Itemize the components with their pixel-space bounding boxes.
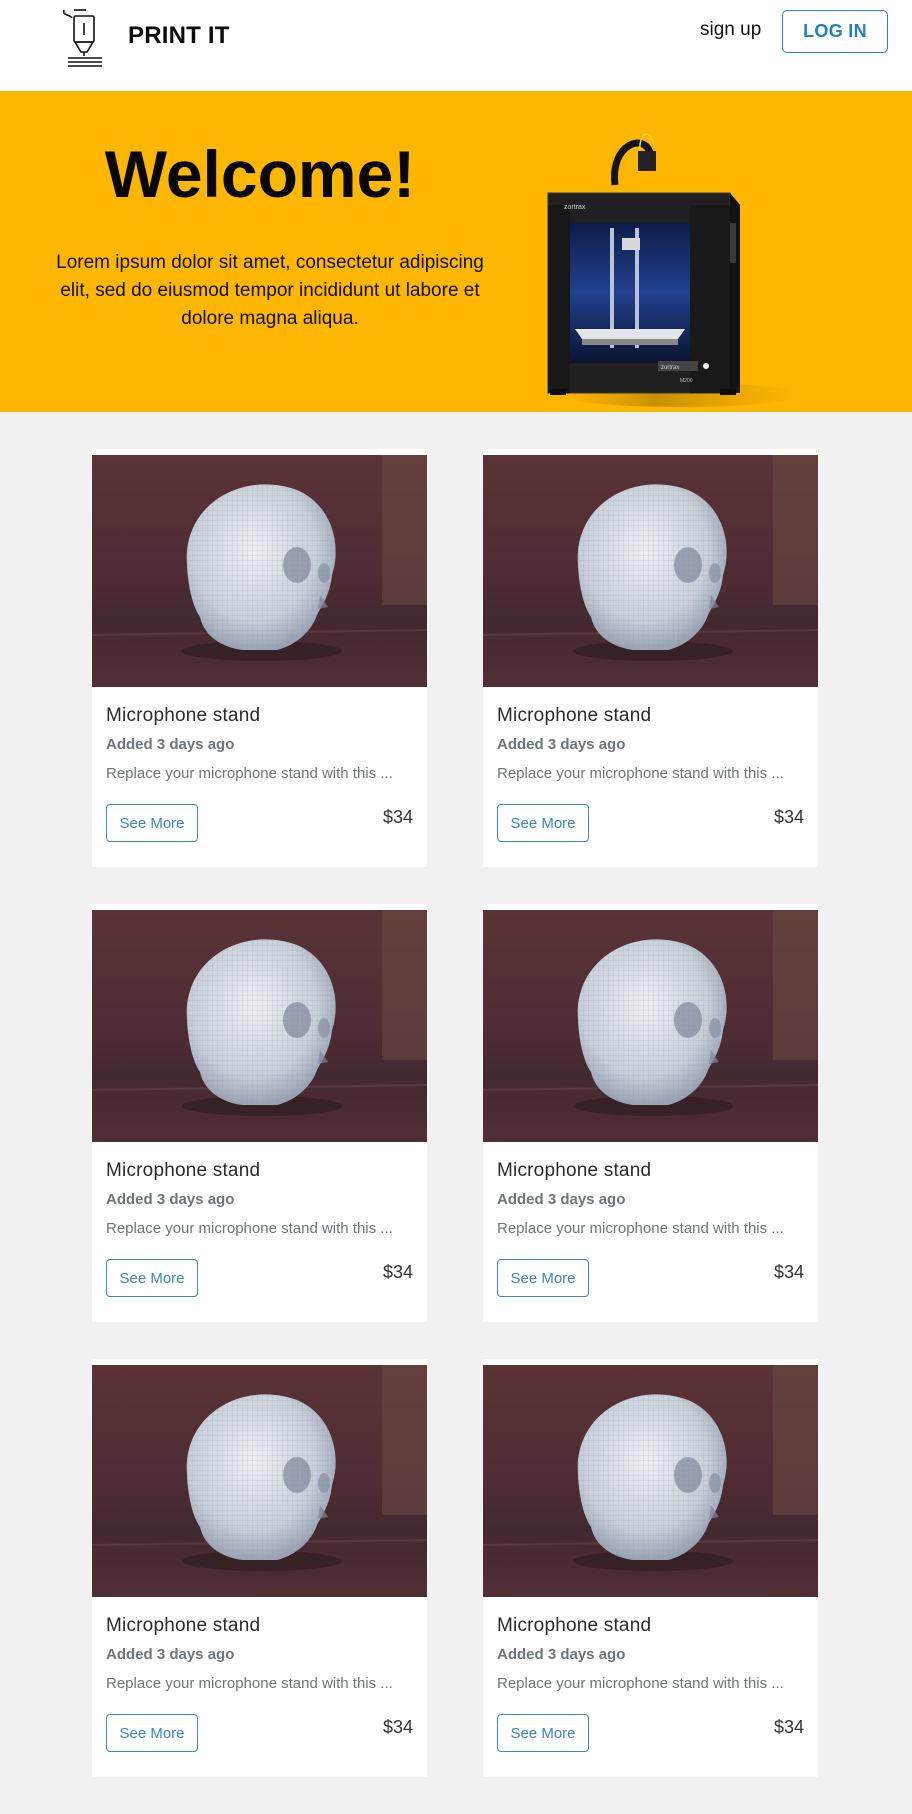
product-price: $34	[773, 1262, 804, 1282]
product-added-date: Added 3 days ago	[497, 1191, 626, 1208]
product-title[interactable]: Microphone stand	[497, 705, 651, 727]
product-image[interactable]	[483, 455, 818, 687]
product-description: Replace your microphone stand with this …	[497, 1675, 784, 1692]
product-image[interactable]	[92, 1365, 427, 1597]
product-title[interactable]: Microphone stand	[497, 1160, 651, 1182]
product-image[interactable]	[92, 455, 427, 687]
product-price: $34	[382, 807, 413, 827]
hero-text: Lorem ipsum dolor sit amet, consectetur …	[56, 252, 484, 329]
product-price: $34	[773, 807, 804, 827]
product-added-date: Added 3 days ago	[106, 736, 235, 753]
product-title[interactable]: Microphone stand	[106, 1615, 260, 1637]
product-added-date: Added 3 days ago	[106, 1191, 235, 1208]
see-more-button[interactable]: See More	[497, 1259, 589, 1297]
hero-title: Welcome!	[104, 137, 416, 211]
3d-printer-image: zortrax zortrax M200	[547, 133, 790, 407]
product-card[interactable]: Microphone stand Added 3 days ago Replace …	[92, 904, 427, 1322]
product-price: $34	[382, 1262, 413, 1282]
product-title[interactable]: Microphone stand	[106, 705, 260, 727]
product-description: Replace your microphone stand with this …	[106, 765, 393, 782]
brand-name[interactable]: PRINT IT	[128, 22, 230, 50]
see-more-button[interactable]: See More	[106, 1259, 198, 1297]
product-image[interactable]	[483, 910, 818, 1142]
product-description: Replace your microphone stand with this …	[497, 1220, 784, 1237]
page: PRINT IT sign up LOG IN Welcome! Lorem i…	[0, 0, 912, 1814]
printer-model: M200	[680, 378, 693, 384]
hero-banner: Welcome! Lorem ipsum dolor sit amet, con…	[0, 91, 912, 412]
site-header: PRINT IT sign up LOG IN	[0, 0, 912, 91]
product-price: $34	[773, 1717, 804, 1737]
signup-link[interactable]: sign up	[700, 19, 761, 41]
product-added-date: Added 3 days ago	[106, 1646, 235, 1663]
product-description: Replace your microphone stand with this …	[106, 1675, 393, 1692]
login-button[interactable]: LOG IN	[782, 10, 888, 53]
printer-panel-label: zortrax	[661, 365, 679, 371]
3d-printer-logo-icon[interactable]	[60, 6, 106, 70]
product-price: $34	[382, 1717, 413, 1737]
see-more-button[interactable]: See More	[497, 1714, 589, 1752]
product-image[interactable]	[483, 1365, 818, 1597]
product-image[interactable]	[92, 910, 427, 1142]
product-description: Replace your microphone stand with this …	[497, 765, 784, 782]
product-added-date: Added 3 days ago	[497, 1646, 626, 1663]
product-title[interactable]: Microphone stand	[497, 1615, 651, 1637]
product-added-date: Added 3 days ago	[497, 736, 626, 753]
product-title[interactable]: Microphone stand	[106, 1160, 260, 1182]
product-card[interactable]: Microphone stand Added 3 days ago Replace …	[483, 449, 818, 867]
see-more-button[interactable]: See More	[497, 804, 589, 842]
printer-brand: zortrax	[564, 204, 586, 211]
product-card[interactable]: Microphone stand Added 3 days ago Replace …	[483, 904, 818, 1322]
product-card[interactable]: Microphone stand Added 3 days ago Replace …	[483, 1359, 818, 1777]
see-more-button[interactable]: See More	[106, 1714, 198, 1752]
product-description: Replace your microphone stand with this …	[106, 1220, 393, 1237]
product-card[interactable]: Microphone stand Added 3 days ago Replace …	[92, 1359, 427, 1777]
product-card[interactable]: Microphone stand Added 3 days ago Replace …	[92, 449, 427, 867]
see-more-button[interactable]: See More	[106, 804, 198, 842]
